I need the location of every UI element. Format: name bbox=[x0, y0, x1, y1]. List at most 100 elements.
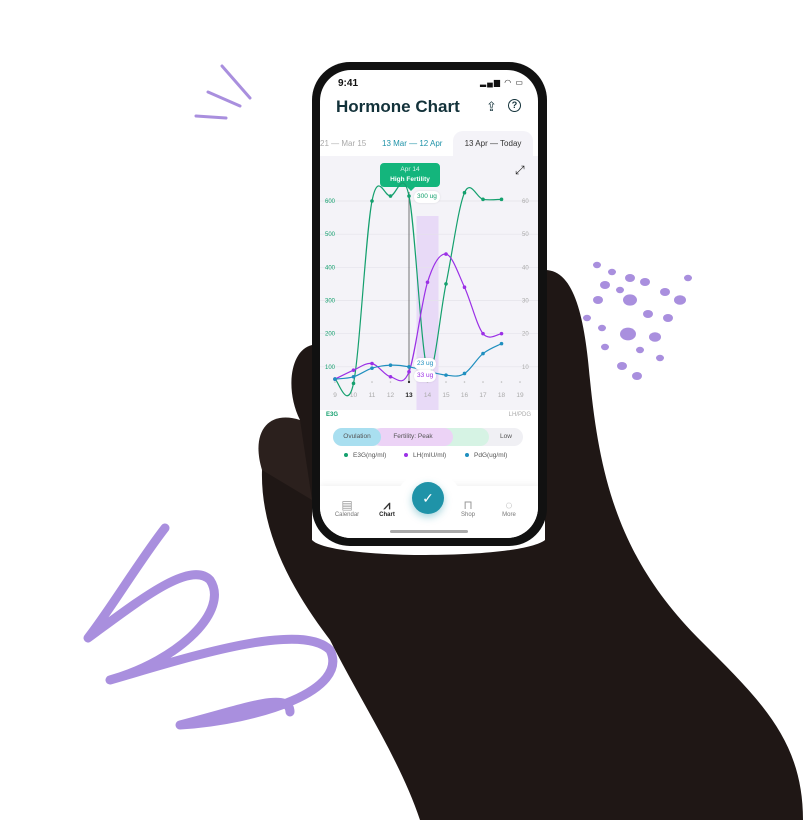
data-point bbox=[425, 280, 430, 285]
right-tick-label: 30 bbox=[522, 299, 529, 305]
data-point bbox=[407, 365, 411, 369]
x-tick-label: 11 bbox=[369, 392, 376, 399]
decor-dot bbox=[632, 372, 642, 380]
x-tick-dot bbox=[445, 381, 447, 383]
phase-legend: High Low Fertility: Peak Ovulation bbox=[333, 428, 523, 446]
nav-calendar[interactable]: ▤ Calendar bbox=[329, 498, 365, 518]
data-point bbox=[481, 351, 485, 356]
decor-dot bbox=[583, 314, 591, 322]
x-tick-dot bbox=[482, 381, 484, 383]
decor-dot bbox=[663, 314, 673, 322]
data-point bbox=[388, 374, 393, 379]
x-tick-label: 9 bbox=[333, 392, 337, 399]
squiggle-lines-decoration bbox=[194, 64, 252, 120]
x-tick-dot bbox=[389, 381, 392, 383]
data-point bbox=[499, 331, 504, 336]
legend-lh: LH(mIU/ml) bbox=[404, 452, 446, 459]
decor-dot bbox=[643, 310, 653, 318]
data-point bbox=[444, 373, 448, 377]
x-tick-label: 18 bbox=[498, 392, 506, 399]
decor-dot bbox=[640, 278, 650, 286]
calendar-icon: ▤ bbox=[341, 498, 353, 512]
test-cup-icon: ✓ bbox=[422, 490, 434, 506]
x-tick-label: 17 bbox=[479, 392, 487, 399]
decor-dot bbox=[674, 295, 686, 305]
data-point bbox=[351, 368, 356, 372]
left-tick-label: 300 bbox=[325, 299, 336, 305]
data-point bbox=[444, 282, 448, 286]
data-point bbox=[444, 252, 448, 256]
right-axis-title: LH/PDG bbox=[508, 412, 531, 418]
test-button[interactable]: ✓ bbox=[412, 482, 444, 514]
x-tick-dot bbox=[407, 380, 411, 384]
data-point bbox=[388, 194, 393, 198]
left-tick-label: 600 bbox=[325, 199, 336, 205]
decor-dot bbox=[593, 261, 601, 269]
left-tick-label: 100 bbox=[325, 365, 336, 371]
left-tick-label: 200 bbox=[325, 332, 336, 338]
data-point bbox=[462, 190, 467, 195]
x-tick-label: 12 bbox=[387, 392, 395, 399]
decor-dot bbox=[625, 274, 635, 282]
data-point bbox=[481, 197, 485, 202]
nav-chart-label: Chart bbox=[379, 512, 395, 518]
x-tick-label: 19 bbox=[516, 392, 524, 399]
phase-low: Low bbox=[500, 433, 512, 440]
right-tick-label: 20 bbox=[522, 332, 529, 338]
x-tick-dot bbox=[334, 381, 336, 383]
data-point bbox=[351, 374, 356, 379]
decor-dot bbox=[616, 286, 624, 294]
data-point bbox=[351, 381, 356, 386]
data-point bbox=[499, 341, 504, 346]
legend-pdg-label: PdG(ug/ml) bbox=[474, 452, 508, 459]
data-point bbox=[407, 194, 411, 198]
nav-more[interactable]: ◌ More bbox=[491, 498, 527, 518]
nav-shop-label: Shop bbox=[460, 512, 475, 518]
right-tick-label: 50 bbox=[522, 232, 529, 238]
decor-dot bbox=[598, 324, 606, 332]
pdg-value-pill: 23 ug bbox=[414, 358, 437, 370]
right-tick-label: 40 bbox=[522, 265, 529, 271]
decor-dot bbox=[601, 343, 609, 351]
dots-decoration bbox=[583, 261, 692, 380]
phase-ovulation: Ovulation bbox=[333, 428, 381, 446]
x-tick-dot bbox=[371, 381, 373, 383]
decor-dot bbox=[636, 346, 644, 354]
left-tick-label: 400 bbox=[325, 265, 336, 271]
x-tick-label: 15 bbox=[442, 392, 450, 399]
right-tick-label: 10 bbox=[522, 365, 529, 371]
data-point bbox=[407, 370, 411, 374]
x-tick-dot bbox=[500, 381, 503, 383]
decor-dot bbox=[617, 362, 627, 370]
right-tick-label: 60 bbox=[522, 199, 529, 205]
decor-dot bbox=[623, 294, 637, 306]
chat-icon: ◌ bbox=[505, 498, 513, 512]
phone-screen: 9:41 ▂▄▆ ◠ ▭ Hormone Chart ⇪ ? 21 — Mar … bbox=[320, 70, 538, 538]
left-axis-title: E3G bbox=[326, 412, 339, 418]
decor-dot bbox=[684, 274, 692, 282]
decor-dot bbox=[660, 288, 670, 296]
nav-calendar-label: Calendar bbox=[334, 512, 360, 518]
legend-lh-label: LH(mIU/ml) bbox=[413, 452, 447, 459]
legend-e3g-label: E3G(ng/ml) bbox=[353, 452, 387, 459]
data-point bbox=[370, 366, 374, 370]
x-tick-label: 14 bbox=[424, 392, 432, 399]
x-tick-label: 13 bbox=[405, 392, 413, 399]
decor-dot bbox=[656, 354, 664, 362]
data-point bbox=[481, 331, 485, 336]
data-point bbox=[462, 285, 467, 290]
x-tick-dot bbox=[519, 381, 521, 383]
lh-value-pill: 33 ug bbox=[414, 370, 437, 382]
home-indicator bbox=[390, 530, 468, 533]
decor-dot bbox=[593, 296, 603, 304]
data-point bbox=[388, 363, 393, 367]
phase-fertility-peak: Fertility: Peak bbox=[373, 428, 453, 446]
data-point bbox=[333, 377, 337, 381]
decor-dot bbox=[649, 332, 661, 342]
data-point bbox=[370, 199, 374, 203]
data-point bbox=[499, 197, 504, 202]
nav-more-label: More bbox=[502, 512, 516, 518]
e3g-value-pill: 300 ug bbox=[414, 191, 440, 203]
left-tick-label: 500 bbox=[325, 232, 336, 238]
x-tick-label: 16 bbox=[461, 392, 469, 399]
